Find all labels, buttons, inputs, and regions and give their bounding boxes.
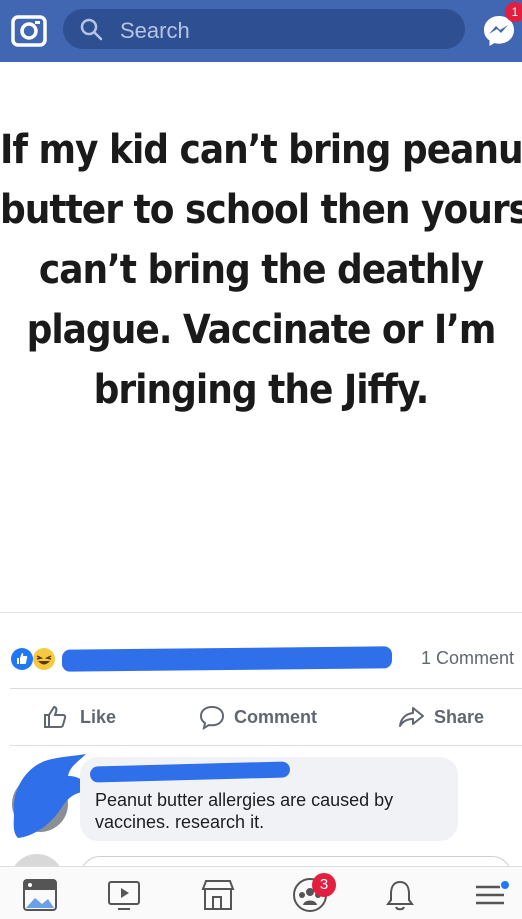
comment-count[interactable]: 1 Comment: [421, 648, 514, 669]
meme-line: butter to school then yours: [0, 187, 522, 233]
messenger-badge: 1: [505, 2, 522, 22]
comment-text: Peanut butter allergies are caused by va…: [95, 790, 394, 832]
watch-icon[interactable]: [104, 877, 144, 913]
commenter-avatar[interactable]: [8, 752, 90, 844]
meme-line: bringing the Jiffy.: [93, 367, 430, 413]
share-button[interactable]: Share: [398, 704, 498, 730]
groups-badge: 3: [312, 873, 336, 897]
reactions-summary[interactable]: [10, 647, 70, 671]
like-button[interactable]: Like: [42, 704, 132, 730]
redacted-names: [62, 646, 392, 672]
comment-button[interactable]: Comment: [198, 704, 338, 730]
share-icon: [399, 707, 424, 727]
divider: [10, 745, 522, 746]
search-input[interactable]: Search: [63, 9, 465, 49]
search-icon: [80, 18, 103, 41]
top-bar: Search 1: [0, 0, 522, 62]
camera-icon[interactable]: [11, 14, 47, 48]
menu-icon[interactable]: [470, 877, 510, 913]
comment-label: Comment: [234, 707, 318, 727]
marketplace-icon[interactable]: [198, 877, 238, 913]
thumbs-up-icon: [44, 705, 67, 728]
post-image-text: If my kid can’t bring peanut butter to s…: [0, 120, 522, 420]
meme-line: If my kid can’t bring peanut: [0, 127, 522, 173]
image-divider: [0, 612, 522, 627]
meme-line: can’t bring the deathly: [38, 247, 484, 293]
like-label: Like: [80, 707, 117, 727]
search-placeholder: Search: [120, 18, 190, 43]
comment-icon: [199, 705, 225, 730]
meme-line: plague. Vaccinate or I’m: [26, 307, 497, 353]
bottom-tab-bar: [0, 866, 522, 919]
notifications-icon[interactable]: [380, 877, 420, 913]
news-feed-icon[interactable]: [20, 877, 60, 913]
share-label: Share: [434, 707, 485, 727]
divider: [10, 688, 522, 689]
